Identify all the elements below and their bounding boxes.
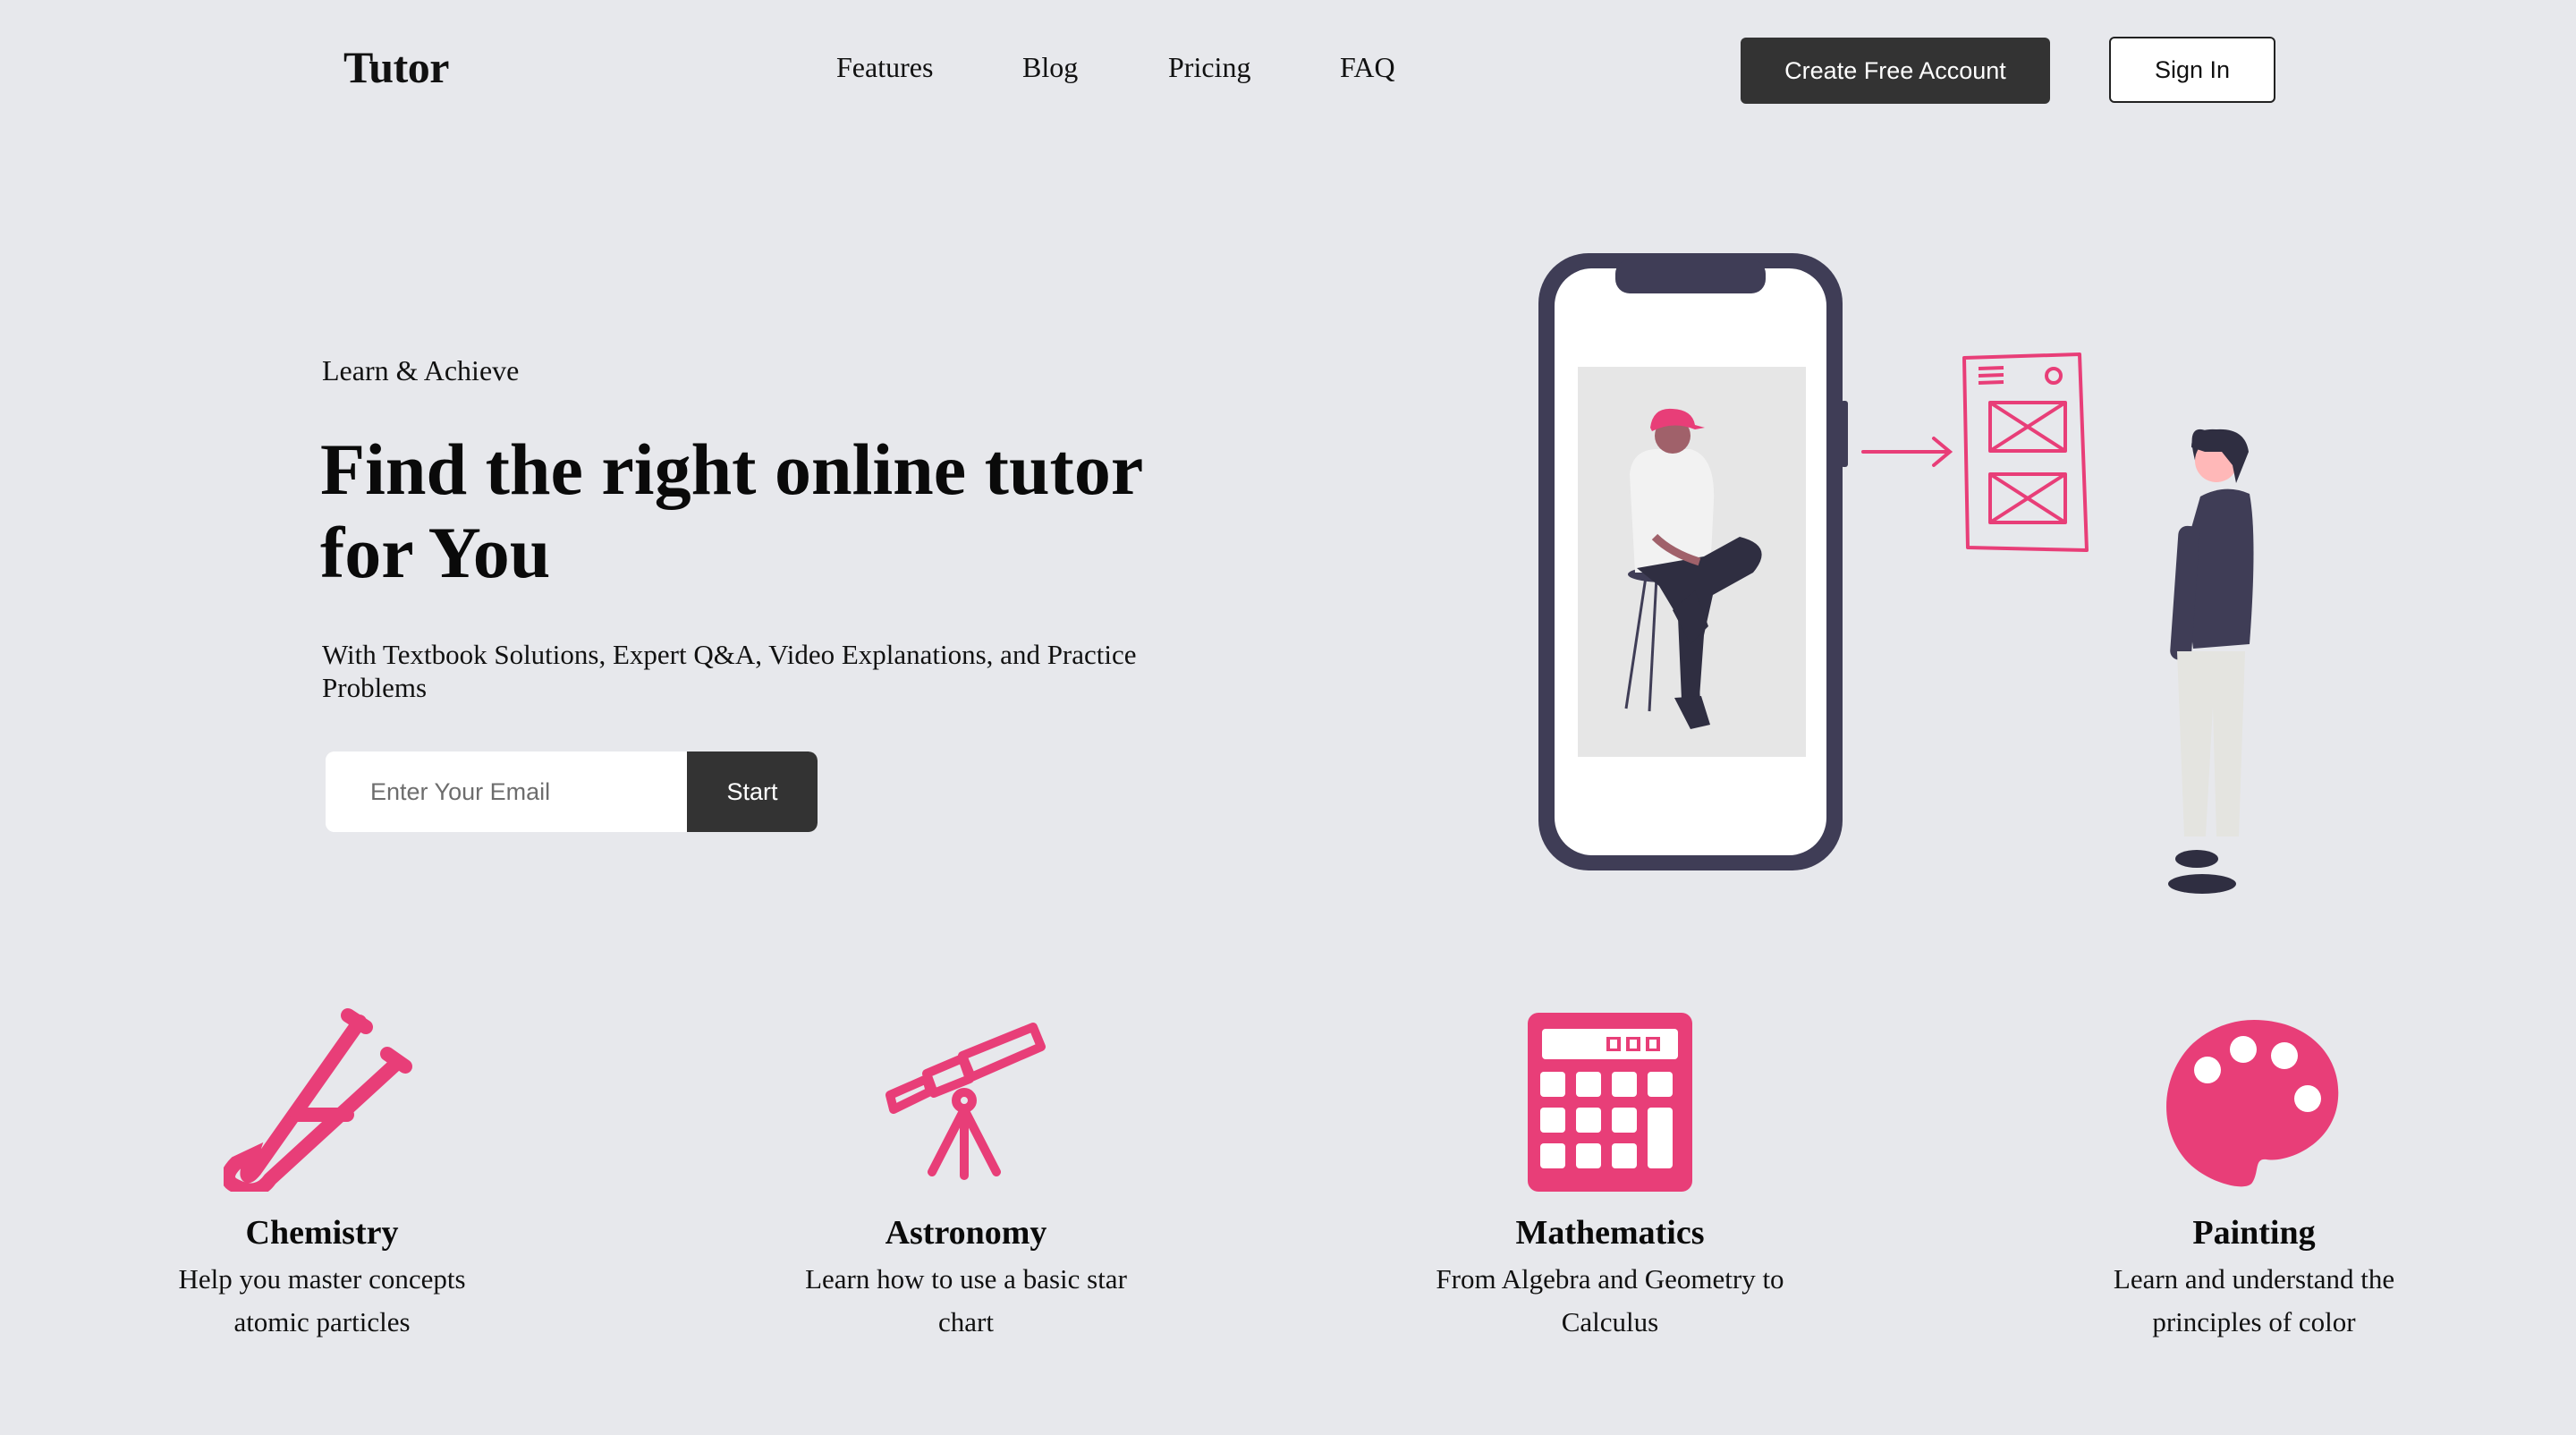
subject-card-chemistry[interactable]: Chemistry Help you master concepts atomi… xyxy=(125,1002,519,1344)
nav-link-faq[interactable]: FAQ xyxy=(1340,51,1395,84)
subject-title: Astronomy xyxy=(885,1214,1047,1252)
wireframe-sketch-icon xyxy=(1962,352,2089,552)
calculator-icon xyxy=(1528,1013,1692,1192)
logo[interactable]: Tutor xyxy=(343,41,449,93)
hero-eyebrow: Learn & Achieve xyxy=(322,354,520,386)
sign-in-button[interactable]: Sign In xyxy=(2109,37,2275,103)
start-button[interactable]: Start xyxy=(687,751,818,832)
arrow-icon xyxy=(1861,437,1953,467)
subject-card-astronomy[interactable]: Astronomy Learn how to use a basic star … xyxy=(769,1002,1163,1344)
hero-subtitle: With Textbook Solutions, Expert Q&A, Vid… xyxy=(322,639,1137,703)
subject-card-painting[interactable]: Painting Learn and understand the princi… xyxy=(2057,1002,2451,1344)
hero-illustration xyxy=(1538,253,2254,894)
telescope-icon xyxy=(886,1023,1046,1180)
nav-link-blog[interactable]: Blog xyxy=(1022,51,1078,84)
subject-description: From Algebra and Geometry to Calculus xyxy=(1436,1263,1784,1337)
hero-title: Find the right online tutor for You xyxy=(320,429,1142,593)
nav-link-features[interactable]: Features xyxy=(836,51,933,84)
email-input[interactable] xyxy=(326,751,687,832)
email-signup-form: Start xyxy=(326,751,818,832)
subject-description: Learn and understand the principles of c… xyxy=(2113,1263,2395,1337)
standing-person-illustration xyxy=(2168,429,2254,894)
test-tube-icon xyxy=(224,1008,412,1192)
palette-icon xyxy=(2166,1020,2339,1187)
subject-description: Help you master concepts atomic particle… xyxy=(178,1263,466,1337)
subject-title: Painting xyxy=(2192,1214,2316,1252)
subject-description: Learn how to use a basic star chart xyxy=(805,1263,1127,1337)
subject-card-mathematics[interactable]: Mathematics From Algebra and Geometry to… xyxy=(1413,1002,1807,1344)
subject-title: Chemistry xyxy=(245,1214,399,1252)
create-account-button[interactable]: Create Free Account xyxy=(1741,38,2050,104)
nav-link-pricing[interactable]: Pricing xyxy=(1168,51,1250,84)
phone-illustration xyxy=(1538,253,1848,870)
subject-title: Mathematics xyxy=(1515,1214,1705,1252)
